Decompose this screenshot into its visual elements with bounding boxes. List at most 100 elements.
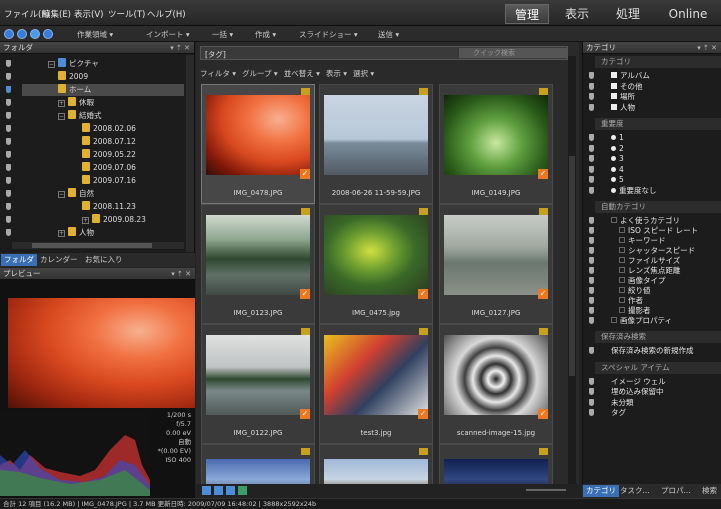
folder-hscrollbar[interactable] xyxy=(12,242,184,249)
mode-tab[interactable]: 表示 xyxy=(560,4,594,24)
check-icon[interactable]: ✓ xyxy=(300,289,310,299)
check-icon[interactable]: ✓ xyxy=(418,409,428,419)
mode-tab[interactable]: 処理 xyxy=(606,4,650,24)
category-item[interactable]: レンズ焦点距離 xyxy=(619,266,680,276)
folder-item[interactable]: − 結婚式 xyxy=(58,110,102,122)
checkbox-icon[interactable] xyxy=(611,103,617,110)
folder-item[interactable]: 2008.11.23 xyxy=(82,201,136,213)
category-item[interactable]: 作者 xyxy=(619,296,643,306)
expand-icon[interactable] xyxy=(619,227,625,233)
preview-panel-controls[interactable]: ▾ ⇡ ✕ xyxy=(171,268,191,280)
thumbnail-cell[interactable]: ✓ IMG_0149.JPG xyxy=(439,84,553,204)
thumbnail-image[interactable] xyxy=(206,95,310,175)
folder-item[interactable]: 2008.02.06 xyxy=(82,123,136,135)
toolbar-item[interactable]: 作業領域 ▾ xyxy=(77,29,113,40)
filter-menu[interactable]: 選択 ▾ xyxy=(353,69,374,78)
toolbar-item[interactable]: インポート ▾ xyxy=(146,29,190,40)
folder-item[interactable]: 2009.07.16 xyxy=(82,175,136,187)
expand-icon[interactable]: + xyxy=(58,230,65,237)
category-item[interactable]: イメージ ウェル xyxy=(611,377,666,387)
category-item[interactable]: 2 xyxy=(611,144,624,154)
menu-item[interactable]: ヘルプ(H) xyxy=(147,8,186,20)
category-item[interactable]: 絞り値 xyxy=(619,286,651,296)
expand-icon[interactable] xyxy=(611,317,617,323)
toolbar-item[interactable]: スライドショー ▾ xyxy=(299,29,358,40)
category-item[interactable]: 未分類 xyxy=(611,398,634,408)
check-icon[interactable]: ✓ xyxy=(538,289,548,299)
thumbnail-cell[interactable]: ✓ IMG_0122.JPG xyxy=(201,324,315,444)
folder-panel-controls[interactable]: ▾ ⇡ ✕ xyxy=(170,42,190,54)
expand-icon[interactable] xyxy=(619,257,625,263)
thumbnail-image[interactable] xyxy=(324,215,428,295)
nav-icon[interactable] xyxy=(4,29,14,39)
thumbnail-cell[interactable]: 2008-06-26 11-59-59.JPG xyxy=(319,84,433,204)
check-icon[interactable]: ✓ xyxy=(538,169,548,179)
category-item[interactable]: 3 xyxy=(611,154,624,164)
menu-item[interactable]: ツール(T) xyxy=(108,8,145,20)
zoom-slider[interactable] xyxy=(526,489,566,491)
expand-icon[interactable]: + xyxy=(82,217,89,224)
thumbnail-cell[interactable]: ✓ IMG_0478.JPG xyxy=(201,84,315,204)
thumbnail-cell[interactable]: ✓ scanned-image-15.jpg xyxy=(439,324,553,444)
expand-icon[interactable] xyxy=(619,307,625,313)
category-item[interactable]: 撮影者 xyxy=(619,306,651,316)
thumbnail-image[interactable] xyxy=(324,335,428,415)
folder-item[interactable]: − 自然 xyxy=(58,188,94,200)
check-icon[interactable]: ✓ xyxy=(418,289,428,299)
expand-icon[interactable] xyxy=(619,237,625,243)
expand-icon[interactable] xyxy=(619,247,625,253)
checkbox-icon[interactable] xyxy=(611,82,617,89)
section-header[interactable]: 重要度 xyxy=(595,118,721,130)
thumbnail-cell[interactable]: ✓ IMG_0127.JPG xyxy=(439,204,553,324)
thumbnail-image[interactable] xyxy=(444,95,548,175)
category-item[interactable]: 人物 xyxy=(611,103,635,113)
category-tab[interactable]: プロパ... xyxy=(658,485,694,497)
menu-item[interactable]: 編集(E) xyxy=(42,8,71,20)
category-item[interactable]: 画像タイプ xyxy=(619,276,666,286)
category-item[interactable]: タグ xyxy=(611,408,626,418)
thumbnail-image[interactable] xyxy=(444,335,548,415)
expand-icon[interactable] xyxy=(619,277,625,283)
check-icon[interactable]: ✓ xyxy=(300,169,310,179)
expand-icon[interactable]: − xyxy=(48,61,55,68)
expand-icon[interactable] xyxy=(619,287,625,293)
category-panel-controls[interactable]: ▾ ⇡ ✕ xyxy=(697,42,717,54)
quick-search-input[interactable]: クイック検索 xyxy=(459,48,567,58)
thumbnail-image[interactable] xyxy=(206,335,310,415)
filter-menu[interactable]: 並べ替え ▾ xyxy=(284,69,320,78)
filter-menu[interactable]: フィルタ ▾ xyxy=(200,69,236,78)
expand-icon[interactable] xyxy=(619,267,625,273)
category-item[interactable]: 1 xyxy=(611,133,624,143)
category-tab[interactable]: カテゴリ xyxy=(583,485,619,497)
mode-tab[interactable]: 管理 xyxy=(505,4,549,24)
folder-item[interactable]: 2009 xyxy=(58,71,88,83)
view-icon-3[interactable] xyxy=(226,486,235,495)
folder-item[interactable]: − ピクチャ xyxy=(48,58,99,70)
view-icon-4[interactable] xyxy=(238,486,247,495)
category-item[interactable]: 保存済み検索の新規作成 xyxy=(611,346,694,356)
category-item[interactable]: キーワード xyxy=(619,236,666,246)
folder-item[interactable]: + 人物 xyxy=(58,227,94,239)
section-header[interactable]: スペシャル アイテム xyxy=(595,361,721,374)
expand-icon[interactable] xyxy=(611,217,617,223)
thumbnail-image[interactable] xyxy=(206,215,310,295)
folder-scrollbar[interactable] xyxy=(186,55,194,252)
view-icon-2[interactable] xyxy=(214,486,223,495)
mode-tab[interactable]: Online xyxy=(658,4,718,24)
folder-item[interactable]: + 休暇 xyxy=(58,97,94,109)
check-icon[interactable]: ✓ xyxy=(300,409,310,419)
expand-icon[interactable]: − xyxy=(58,113,65,120)
thumbnail-image[interactable] xyxy=(444,215,548,295)
folder-tab[interactable]: カレンダー xyxy=(37,254,81,266)
expand-icon[interactable]: − xyxy=(58,191,65,198)
nav-icon[interactable] xyxy=(17,29,27,39)
folder-item[interactable]: 2009.07.06 xyxy=(82,162,136,174)
category-item[interactable]: 画像プロパティ xyxy=(611,316,672,326)
toolbar-item[interactable]: 一括 ▾ xyxy=(212,29,233,40)
folder-item[interactable]: +2009.08.23 xyxy=(82,214,146,226)
section-header[interactable]: 自動カテゴリ xyxy=(595,201,721,213)
category-item[interactable]: 埋め込み保留中 xyxy=(611,387,664,397)
category-item[interactable]: その他 xyxy=(611,82,643,92)
checkbox-icon[interactable] xyxy=(611,93,617,99)
view-icon-1[interactable] xyxy=(202,486,211,495)
